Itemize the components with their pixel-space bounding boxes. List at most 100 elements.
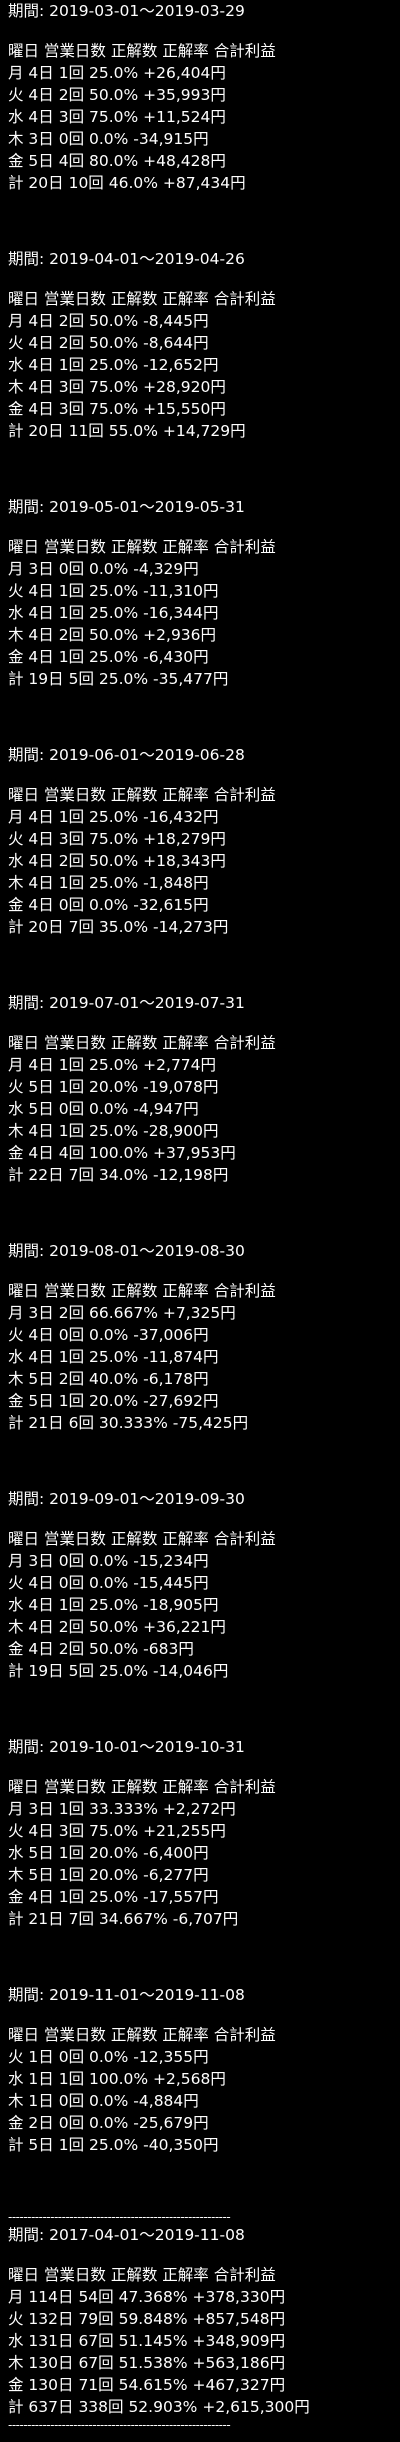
table-row: 木 4日 2回 50.0% +2,936円 xyxy=(8,626,217,644)
table-row: 水 131日 67回 51.145% +348,909円 xyxy=(8,2332,286,2350)
table-row: 水 4日 1回 25.0% -18,905円 xyxy=(8,1596,219,1614)
table-row: 金 4日 1回 25.0% -6,430円 xyxy=(8,648,209,666)
table-row: 水 5日 1回 20.0% -6,400円 xyxy=(8,1844,209,1862)
column-header: 曜日 営業日数 正解数 正解率 合計利益 xyxy=(8,42,276,60)
period-line: 期間: 2019-05-01～2019-05-31 xyxy=(8,498,245,516)
table-row: 木 1日 0回 0.0% -4,884円 xyxy=(8,2092,199,2110)
table-row: 月 4日 1回 25.0% +2,774円 xyxy=(8,1056,217,1074)
table-row: 金 2日 0回 0.0% -25,679円 xyxy=(8,2114,209,2132)
table-row: 火 4日 3回 75.0% +21,255円 xyxy=(8,1822,226,1840)
table-row: 木 130日 67回 51.538% +563,186円 xyxy=(8,2354,286,2372)
table-row: 火 4日 0回 0.0% -15,445円 xyxy=(8,1574,209,1592)
column-header: 曜日 営業日数 正解数 正解率 合計利益 xyxy=(8,1282,276,1300)
table-row: 金 4日 0回 0.0% -32,615円 xyxy=(8,896,209,914)
total-row: 計 22日 7回 34.0% -12,198円 xyxy=(8,1166,229,1184)
period-block: 期間: 2019-06-01～2019-06-28 曜日 営業日数 正解数 正解… xyxy=(8,744,394,992)
period-line: 期間: 2019-09-01～2019-09-30 xyxy=(8,1490,245,1508)
table-row: 火 4日 1回 25.0% -11,310円 xyxy=(8,582,219,600)
table-row: 火 1日 0回 0.0% -12,355円 xyxy=(8,2048,209,2066)
table-row: 水 4日 1回 25.0% -11,874円 xyxy=(8,1348,219,1366)
table-row: 水 4日 1回 25.0% -12,652円 xyxy=(8,356,219,374)
total-row: 計 20日 10回 46.0% +87,434円 xyxy=(8,174,246,192)
table-row: 金 4日 2回 50.0% -683円 xyxy=(8,1640,194,1658)
table-row: 金 5日 4回 80.0% +48,428円 xyxy=(8,152,226,170)
column-header: 曜日 営業日数 正解数 正解率 合計利益 xyxy=(8,290,276,308)
table-row: 月 3日 2回 66.667% +7,325円 xyxy=(8,1304,236,1322)
column-header: 曜日 営業日数 正解数 正解率 合計利益 xyxy=(8,1530,276,1548)
period-block: 期間: 2019-04-01～2019-04-26 曜日 営業日数 正解数 正解… xyxy=(8,248,394,496)
table-row: 水 4日 3回 75.0% +11,524円 xyxy=(8,108,226,126)
period-line: 期間: 2019-07-01～2019-07-31 xyxy=(8,994,245,1012)
table-row: 月 4日 1回 25.0% +26,404円 xyxy=(8,64,226,82)
table-row: 金 5日 1回 20.0% -27,692円 xyxy=(8,1392,219,1410)
table-row: 水 5日 0回 0.0% -4,947円 xyxy=(8,1100,199,1118)
period-line: 期間: 2019-08-01～2019-08-30 xyxy=(8,1242,245,1260)
table-row: 火 4日 3回 75.0% +18,279円 xyxy=(8,830,226,848)
period-block: 期間: 2019-05-01～2019-05-31 曜日 営業日数 正解数 正解… xyxy=(8,496,394,744)
column-header: 曜日 営業日数 正解数 正解率 合計利益 xyxy=(8,1034,276,1052)
table-row: 火 5日 1回 20.0% -19,078円 xyxy=(8,1078,219,1096)
table-row: 木 4日 1回 25.0% -28,900円 xyxy=(8,1122,219,1140)
table-row: 金 4日 1回 25.0% -17,557円 xyxy=(8,1888,219,1906)
table-row: 月 4日 2回 50.0% -8,445円 xyxy=(8,312,209,330)
period-block: 期間: 2019-08-01～2019-08-30 曜日 営業日数 正解数 正解… xyxy=(8,1240,394,1488)
table-row: 木 4日 2回 50.0% +36,221円 xyxy=(8,1618,226,1636)
column-header: 曜日 営業日数 正解数 正解率 合計利益 xyxy=(8,1778,276,1796)
column-header: 曜日 営業日数 正解数 正解率 合計利益 xyxy=(8,2266,276,2284)
summary-block: 期間: 2017-04-01～2019-11-08 曜日 営業日数 正解数 正解… xyxy=(8,2224,394,2418)
table-row: 月 3日 0回 0.0% -4,329円 xyxy=(8,560,199,578)
period-block: 期間: 2019-11-01～2019-11-08 曜日 営業日数 正解数 正解… xyxy=(8,1984,394,2210)
period-line: 期間: 2017-04-01～2019-11-08 xyxy=(8,2226,245,2244)
total-row: 計 21日 6回 30.333% -75,425円 xyxy=(8,1414,249,1432)
table-row: 水 4日 2回 50.0% +18,343円 xyxy=(8,852,226,870)
table-row: 水 1日 1回 100.0% +2,568円 xyxy=(8,2070,226,2088)
table-row: 木 3日 0回 0.0% -34,915円 xyxy=(8,130,209,148)
total-row: 計 19日 5回 25.0% -35,477円 xyxy=(8,670,229,688)
column-header: 曜日 営業日数 正解数 正解率 合計利益 xyxy=(8,2026,276,2044)
table-row: 月 4日 1回 25.0% -16,432円 xyxy=(8,808,219,826)
table-row: 水 4日 1回 25.0% -16,344円 xyxy=(8,604,219,622)
table-row: 金 4日 3回 75.0% +15,550円 xyxy=(8,400,226,418)
table-row: 金 130日 71回 54.615% +467,327円 xyxy=(8,2376,286,2394)
table-row: 火 4日 2回 50.0% +35,993円 xyxy=(8,86,226,104)
table-row: 火 4日 2回 50.0% -8,644円 xyxy=(8,334,209,352)
table-row: 月 114日 54回 47.368% +378,330円 xyxy=(8,2288,286,2306)
table-row: 木 4日 1回 25.0% -1,848円 xyxy=(8,874,209,892)
column-header: 曜日 営業日数 正解数 正解率 合計利益 xyxy=(8,786,276,804)
period-line: 期間: 2019-03-01～2019-03-29 xyxy=(8,2,245,20)
period-line: 期間: 2019-10-01～2019-10-31 xyxy=(8,1738,245,1756)
total-row: 計 19日 5回 25.0% -14,046円 xyxy=(8,1662,229,1680)
table-row: 火 4日 0回 0.0% -37,006円 xyxy=(8,1326,209,1344)
period-block: 期間: 2019-03-01～2019-03-29 曜日 営業日数 正解数 正解… xyxy=(8,0,394,248)
table-row: 木 5日 2回 40.0% -6,178円 xyxy=(8,1370,209,1388)
total-row: 計 5日 1回 25.0% -40,350円 xyxy=(8,2136,219,2154)
period-block: 期間: 2019-10-01～2019-10-31 曜日 営業日数 正解数 正解… xyxy=(8,1736,394,1984)
divider-line: ----------------------------------------… xyxy=(8,2418,231,2432)
period-block: 期間: 2019-09-01～2019-09-30 曜日 営業日数 正解数 正解… xyxy=(8,1488,394,1736)
table-row: 火 132日 79回 59.848% +857,548円 xyxy=(8,2310,286,2328)
table-row: 月 3日 1回 33.333% +2,272円 xyxy=(8,1800,236,1818)
total-row: 計 21日 7回 34.667% -6,707円 xyxy=(8,1910,239,1928)
table-row: 木 4日 3回 75.0% +28,920円 xyxy=(8,378,226,396)
table-row: 月 3日 0回 0.0% -15,234円 xyxy=(8,1552,209,1570)
period-line: 期間: 2019-11-01～2019-11-08 xyxy=(8,1986,245,2004)
total-row: 計 637日 338回 52.903% +2,615,300円 xyxy=(8,2398,310,2416)
column-header: 曜日 営業日数 正解数 正解率 合計利益 xyxy=(8,538,276,556)
